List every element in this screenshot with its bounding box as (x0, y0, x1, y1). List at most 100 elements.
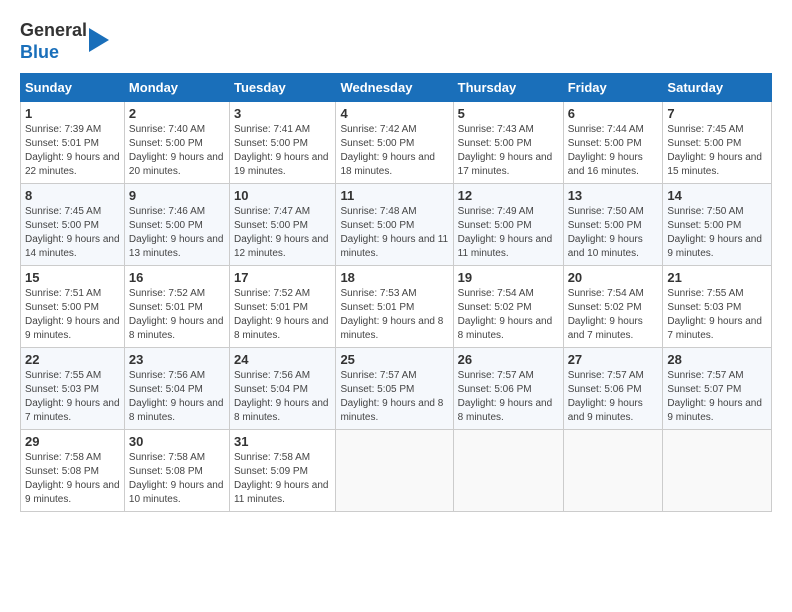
day-number: 29 (25, 434, 120, 449)
week-row-5: 29 Sunrise: 7:58 AMSunset: 5:08 PMDaylig… (21, 430, 772, 512)
day-number: 21 (667, 270, 767, 285)
logo: General Blue (20, 20, 109, 63)
page-header: General Blue (20, 20, 772, 63)
day-info: Sunrise: 7:56 AMSunset: 5:04 PMDaylight:… (129, 370, 224, 423)
day-number: 8 (25, 188, 120, 203)
calendar-cell: 19 Sunrise: 7:54 AMSunset: 5:02 PMDaylig… (453, 266, 563, 348)
calendar-cell: 30 Sunrise: 7:58 AMSunset: 5:08 PMDaylig… (124, 430, 229, 512)
calendar-cell: 7 Sunrise: 7:45 AMSunset: 5:00 PMDayligh… (663, 102, 772, 184)
calendar-cell: 17 Sunrise: 7:52 AMSunset: 5:01 PMDaylig… (229, 266, 335, 348)
header-day-monday: Monday (124, 74, 229, 102)
day-info: Sunrise: 7:45 AMSunset: 5:00 PMDaylight:… (667, 124, 762, 177)
day-info: Sunrise: 7:57 AMSunset: 5:06 PMDaylight:… (458, 370, 553, 423)
calendar-cell: 27 Sunrise: 7:57 AMSunset: 5:06 PMDaylig… (563, 348, 663, 430)
day-number: 23 (129, 352, 225, 367)
logo-text: General Blue (20, 20, 87, 63)
day-info: Sunrise: 7:56 AMSunset: 5:04 PMDaylight:… (234, 370, 329, 423)
day-number: 11 (340, 188, 448, 203)
day-number: 17 (234, 270, 331, 285)
day-info: Sunrise: 7:54 AMSunset: 5:02 PMDaylight:… (568, 288, 644, 341)
day-number: 27 (568, 352, 659, 367)
calendar-cell: 13 Sunrise: 7:50 AMSunset: 5:00 PMDaylig… (563, 184, 663, 266)
day-info: Sunrise: 7:50 AMSunset: 5:00 PMDaylight:… (568, 206, 644, 259)
calendar-cell: 8 Sunrise: 7:45 AMSunset: 5:00 PMDayligh… (21, 184, 125, 266)
day-number: 2 (129, 106, 225, 121)
header-day-saturday: Saturday (663, 74, 772, 102)
header-day-wednesday: Wednesday (336, 74, 453, 102)
calendar-cell: 21 Sunrise: 7:55 AMSunset: 5:03 PMDaylig… (663, 266, 772, 348)
day-number: 3 (234, 106, 331, 121)
day-info: Sunrise: 7:58 AMSunset: 5:08 PMDaylight:… (129, 452, 224, 505)
day-info: Sunrise: 7:57 AMSunset: 5:06 PMDaylight:… (568, 370, 644, 423)
calendar-cell: 2 Sunrise: 7:40 AMSunset: 5:00 PMDayligh… (124, 102, 229, 184)
day-number: 31 (234, 434, 331, 449)
header-day-sunday: Sunday (21, 74, 125, 102)
day-number: 13 (568, 188, 659, 203)
day-number: 4 (340, 106, 448, 121)
day-number: 30 (129, 434, 225, 449)
calendar-table: SundayMondayTuesdayWednesdayThursdayFrid… (20, 73, 772, 512)
week-row-3: 15 Sunrise: 7:51 AMSunset: 5:00 PMDaylig… (21, 266, 772, 348)
day-number: 14 (667, 188, 767, 203)
calendar-cell: 11 Sunrise: 7:48 AMSunset: 5:00 PMDaylig… (336, 184, 453, 266)
day-info: Sunrise: 7:52 AMSunset: 5:01 PMDaylight:… (234, 288, 329, 341)
day-info: Sunrise: 7:57 AMSunset: 5:07 PMDaylight:… (667, 370, 762, 423)
calendar-cell: 28 Sunrise: 7:57 AMSunset: 5:07 PMDaylig… (663, 348, 772, 430)
day-info: Sunrise: 7:50 AMSunset: 5:00 PMDaylight:… (667, 206, 762, 259)
calendar-cell: 20 Sunrise: 7:54 AMSunset: 5:02 PMDaylig… (563, 266, 663, 348)
calendar-cell: 5 Sunrise: 7:43 AMSunset: 5:00 PMDayligh… (453, 102, 563, 184)
day-info: Sunrise: 7:54 AMSunset: 5:02 PMDaylight:… (458, 288, 553, 341)
day-number: 24 (234, 352, 331, 367)
day-number: 10 (234, 188, 331, 203)
week-row-2: 8 Sunrise: 7:45 AMSunset: 5:00 PMDayligh… (21, 184, 772, 266)
header-row: SundayMondayTuesdayWednesdayThursdayFrid… (21, 74, 772, 102)
day-number: 12 (458, 188, 559, 203)
calendar-cell: 14 Sunrise: 7:50 AMSunset: 5:00 PMDaylig… (663, 184, 772, 266)
day-number: 18 (340, 270, 448, 285)
week-row-4: 22 Sunrise: 7:55 AMSunset: 5:03 PMDaylig… (21, 348, 772, 430)
day-info: Sunrise: 7:43 AMSunset: 5:00 PMDaylight:… (458, 124, 553, 177)
header-day-tuesday: Tuesday (229, 74, 335, 102)
day-info: Sunrise: 7:47 AMSunset: 5:00 PMDaylight:… (234, 206, 329, 259)
calendar-cell: 4 Sunrise: 7:42 AMSunset: 5:00 PMDayligh… (336, 102, 453, 184)
calendar-cell: 22 Sunrise: 7:55 AMSunset: 5:03 PMDaylig… (21, 348, 125, 430)
day-info: Sunrise: 7:53 AMSunset: 5:01 PMDaylight:… (340, 288, 443, 341)
day-info: Sunrise: 7:49 AMSunset: 5:00 PMDaylight:… (458, 206, 553, 259)
calendar-cell: 12 Sunrise: 7:49 AMSunset: 5:00 PMDaylig… (453, 184, 563, 266)
day-info: Sunrise: 7:51 AMSunset: 5:00 PMDaylight:… (25, 288, 120, 341)
logo-blue: Blue (20, 42, 59, 62)
calendar-cell: 24 Sunrise: 7:56 AMSunset: 5:04 PMDaylig… (229, 348, 335, 430)
day-number: 25 (340, 352, 448, 367)
calendar-cell: 18 Sunrise: 7:53 AMSunset: 5:01 PMDaylig… (336, 266, 453, 348)
day-number: 5 (458, 106, 559, 121)
calendar-cell (663, 430, 772, 512)
calendar-cell (336, 430, 453, 512)
day-number: 16 (129, 270, 225, 285)
calendar-cell: 10 Sunrise: 7:47 AMSunset: 5:00 PMDaylig… (229, 184, 335, 266)
week-row-1: 1 Sunrise: 7:39 AMSunset: 5:01 PMDayligh… (21, 102, 772, 184)
calendar-cell: 31 Sunrise: 7:58 AMSunset: 5:09 PMDaylig… (229, 430, 335, 512)
day-number: 15 (25, 270, 120, 285)
day-number: 19 (458, 270, 559, 285)
day-info: Sunrise: 7:55 AMSunset: 5:03 PMDaylight:… (667, 288, 762, 341)
calendar-cell: 6 Sunrise: 7:44 AMSunset: 5:00 PMDayligh… (563, 102, 663, 184)
day-number: 20 (568, 270, 659, 285)
day-info: Sunrise: 7:55 AMSunset: 5:03 PMDaylight:… (25, 370, 120, 423)
day-info: Sunrise: 7:52 AMSunset: 5:01 PMDaylight:… (129, 288, 224, 341)
day-info: Sunrise: 7:46 AMSunset: 5:00 PMDaylight:… (129, 206, 224, 259)
day-info: Sunrise: 7:58 AMSunset: 5:09 PMDaylight:… (234, 452, 329, 505)
day-number: 9 (129, 188, 225, 203)
header-day-thursday: Thursday (453, 74, 563, 102)
calendar-cell: 3 Sunrise: 7:41 AMSunset: 5:00 PMDayligh… (229, 102, 335, 184)
header-day-friday: Friday (563, 74, 663, 102)
calendar-cell (453, 430, 563, 512)
day-info: Sunrise: 7:41 AMSunset: 5:00 PMDaylight:… (234, 124, 329, 177)
day-number: 28 (667, 352, 767, 367)
calendar-cell (563, 430, 663, 512)
calendar-cell: 23 Sunrise: 7:56 AMSunset: 5:04 PMDaylig… (124, 348, 229, 430)
day-info: Sunrise: 7:44 AMSunset: 5:00 PMDaylight:… (568, 124, 644, 177)
calendar-cell: 1 Sunrise: 7:39 AMSunset: 5:01 PMDayligh… (21, 102, 125, 184)
day-info: Sunrise: 7:42 AMSunset: 5:00 PMDaylight:… (340, 124, 435, 177)
calendar-cell: 9 Sunrise: 7:46 AMSunset: 5:00 PMDayligh… (124, 184, 229, 266)
day-info: Sunrise: 7:58 AMSunset: 5:08 PMDaylight:… (25, 452, 120, 505)
